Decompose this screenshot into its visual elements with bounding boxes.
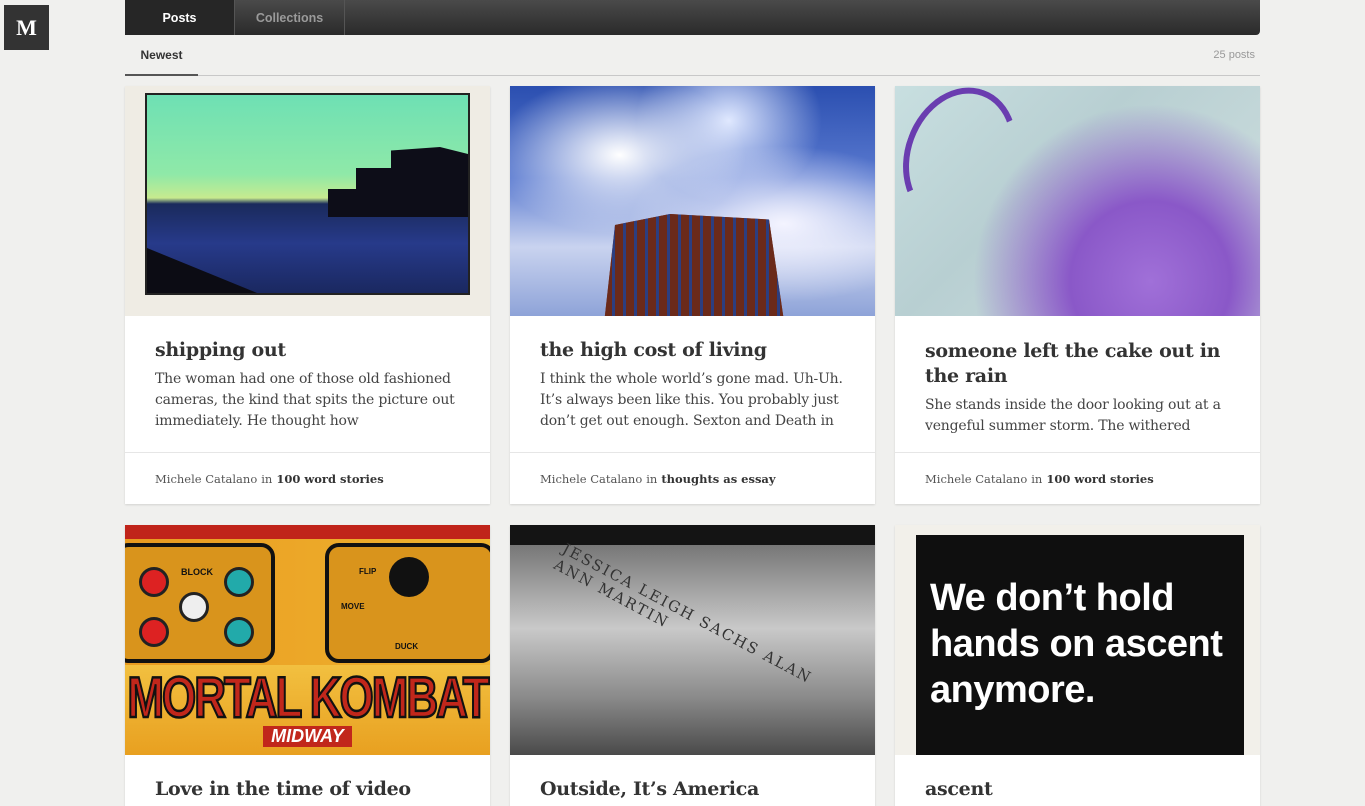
sign-line-3: anymore. bbox=[930, 669, 1095, 711]
post-meta: Michele Catalano in thoughts as essay bbox=[510, 452, 875, 504]
post-card[interactable]: shipping out The woman had one of those … bbox=[125, 86, 490, 504]
post-meta: Michele Catalano in 100 word stories bbox=[895, 452, 1260, 504]
post-image[interactable]: We don’t hold hands on ascent anymore. bbox=[895, 525, 1260, 755]
post-card[interactable]: JESSICA LEIGH SACHS ALAN ANN MARTIN Outs… bbox=[510, 525, 875, 806]
sort-newest[interactable]: Newest bbox=[125, 35, 198, 76]
joystick-panel: FLIP MOVE DUCK bbox=[325, 543, 490, 663]
post-excerpt: I think the whole world’s gone mad. Uh-U… bbox=[540, 371, 843, 429]
teal-button bbox=[224, 567, 254, 597]
post-card[interactable]: someone left the cake out in the rain Sh… bbox=[895, 86, 1260, 504]
engraved-names: JESSICA LEIGH SACHS ALAN ANN MARTIN bbox=[550, 539, 816, 688]
duck-label: DUCK bbox=[395, 642, 419, 651]
post-count: 25 posts bbox=[1213, 49, 1255, 61]
button-panel: BLOCK bbox=[125, 543, 275, 663]
author-link[interactable]: Michele Catalano bbox=[925, 472, 1027, 486]
sign-line-2: hands on ascent bbox=[930, 623, 1223, 665]
post-image[interactable] bbox=[510, 86, 875, 316]
post-card[interactable]: BLOCK FLIP MOVE DUCK MORTAL KOMBAT MIDWA… bbox=[125, 525, 490, 806]
post-card[interactable]: We don’t hold hands on ascent anymore. a… bbox=[895, 525, 1260, 806]
in-label: in bbox=[646, 471, 658, 486]
move-label: MOVE bbox=[341, 602, 365, 611]
tab-posts[interactable]: Posts bbox=[125, 0, 235, 35]
post-image[interactable]: BLOCK FLIP MOVE DUCK MORTAL KOMBAT MIDWA… bbox=[125, 525, 490, 755]
author-link[interactable]: Michele Catalano bbox=[540, 472, 642, 486]
collection-link[interactable]: 100 word stories bbox=[1046, 472, 1153, 486]
post-title[interactable]: Love in the time of video games bbox=[155, 777, 460, 806]
post-title[interactable]: shipping out bbox=[155, 338, 460, 363]
post-excerpt: She stands inside the door looking out a… bbox=[925, 397, 1221, 434]
mortal-kombat-logo: MORTAL KOMBAT bbox=[126, 665, 490, 731]
post-card[interactable]: the high cost of living I think the whol… bbox=[510, 86, 875, 504]
collection-link[interactable]: 100 word stories bbox=[276, 472, 383, 486]
post-excerpt: The woman had one of those old fashioned… bbox=[155, 371, 455, 429]
game-logo: MORTAL KOMBAT MIDWAY bbox=[125, 665, 490, 755]
harbor-sunset-photo bbox=[145, 93, 470, 295]
joystick-knob bbox=[389, 557, 429, 597]
tab-collections[interactable]: Collections bbox=[235, 0, 345, 35]
sub-nav: Newest 25 posts bbox=[125, 35, 1260, 76]
red-button bbox=[139, 567, 169, 597]
post-image[interactable]: JESSICA LEIGH SACHS ALAN ANN MARTIN bbox=[510, 525, 875, 755]
black-sign: We don’t hold hands on ascent anymore. bbox=[916, 535, 1244, 755]
post-title[interactable]: someone left the cake out in the rain bbox=[925, 339, 1230, 389]
post-meta: Michele Catalano in 100 word stories bbox=[125, 452, 490, 504]
city-silhouette bbox=[328, 147, 468, 217]
post-title[interactable]: ascent bbox=[925, 777, 1230, 802]
post-title[interactable]: Outside, It’s America bbox=[540, 777, 845, 802]
flip-label: FLIP bbox=[359, 567, 377, 576]
pier-silhouette bbox=[147, 248, 257, 293]
red-button bbox=[139, 617, 169, 647]
post-image[interactable] bbox=[125, 86, 490, 316]
ribbon bbox=[895, 86, 1036, 241]
top-nav: Posts Collections bbox=[125, 0, 1260, 35]
collection-link[interactable]: thoughts as essay bbox=[661, 472, 775, 486]
block-label: BLOCK bbox=[181, 567, 213, 577]
medium-logo[interactable]: M bbox=[4, 5, 49, 50]
post-image[interactable] bbox=[895, 86, 1260, 316]
in-label: in bbox=[261, 471, 273, 486]
white-button bbox=[179, 592, 209, 622]
teal-button bbox=[224, 617, 254, 647]
post-title[interactable]: the high cost of living bbox=[540, 338, 845, 363]
author-link[interactable]: Michele Catalano bbox=[155, 472, 257, 486]
sign-line-1: We don’t hold bbox=[930, 577, 1174, 619]
brick-tower bbox=[604, 214, 785, 316]
in-label: in bbox=[1031, 471, 1043, 486]
